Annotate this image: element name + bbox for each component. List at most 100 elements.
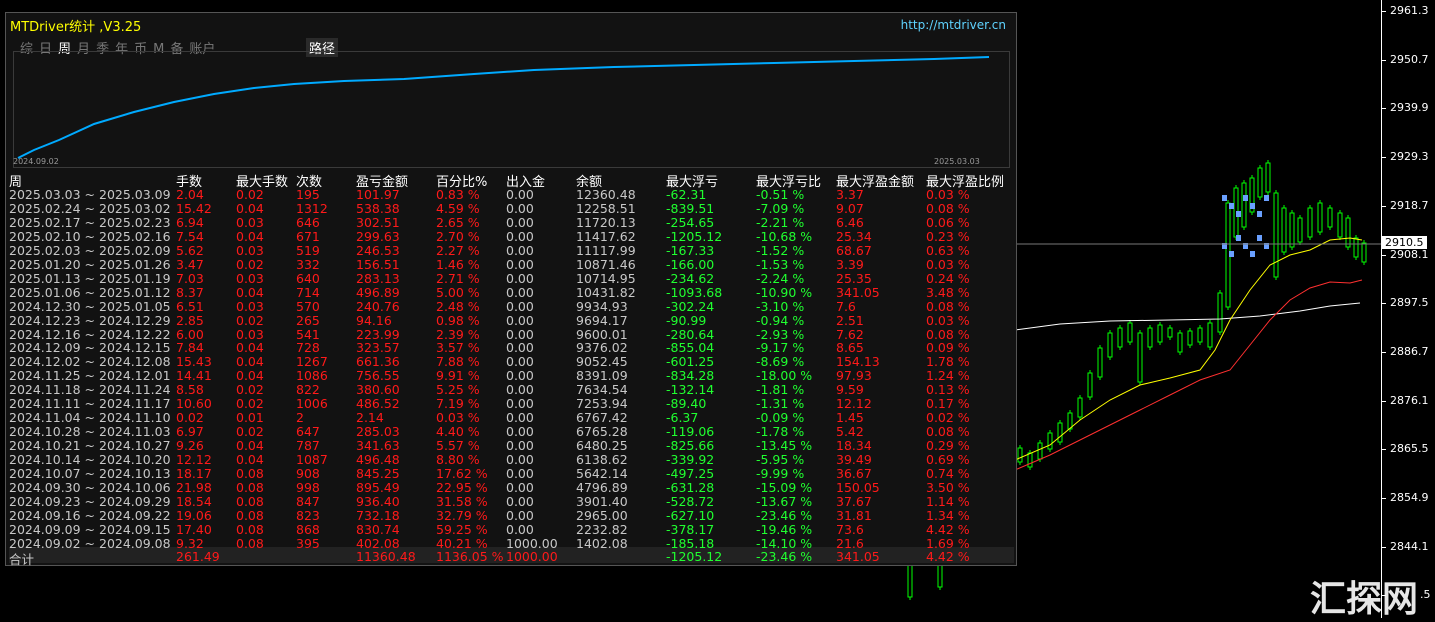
site-link[interactable]: http://mtdriver.cn	[901, 18, 1006, 32]
cell-max-dd: -166.00	[666, 256, 715, 272]
cell-pct: 4.40 %	[436, 424, 480, 440]
stats-panel[interactable]: MTDriver统计 ,V3.25 http://mtdriver.cn 综日周…	[5, 12, 1017, 567]
candle-body	[1289, 212, 1295, 248]
cell-count: 671	[296, 228, 320, 244]
cell-deposit: 0.00	[506, 298, 534, 314]
cell-max-fp-pct: 1.78 %	[926, 354, 970, 370]
cell-max-lots: 0.03	[236, 242, 264, 258]
cell-deposit: 0.00	[506, 410, 534, 426]
table-row: 2024.12.16 ~ 2024.12.22 6.00 0.03 541 223.99…	[9, 326, 1014, 342]
cell-balance: 9052.45	[576, 354, 628, 370]
cell-max-lots: 0.02	[236, 256, 264, 272]
cell-lots: 12.12	[176, 452, 212, 468]
table-row: 2024.11.18 ~ 2024.11.24 8.58 0.02 822 380.60…	[9, 382, 1014, 398]
cell-week: 2025.02.10 ~ 2025.02.16	[9, 228, 171, 244]
candle-body	[1327, 207, 1333, 228]
cell-deposit: 0.00	[506, 382, 534, 398]
cell-count: 1006	[296, 396, 328, 412]
candle-body	[1337, 212, 1343, 238]
cell-pct: 2.39 %	[436, 326, 480, 342]
candle-body	[1157, 324, 1163, 343]
candle-body	[1097, 347, 1103, 378]
cell-max-dd-pct: -0.51 %	[756, 187, 805, 202]
cell-max-lots: 0.02	[236, 187, 264, 202]
cell-pnl: 936.40	[356, 493, 400, 509]
cell-deposit: 0.00	[506, 214, 534, 230]
candle-body	[1281, 207, 1287, 253]
cell-pnl: 486.52	[356, 396, 400, 412]
cell-max-fp: 7.6	[836, 298, 856, 314]
table-row: 2024.11.11 ~ 2024.11.17 10.60 0.02 1006 486.…	[9, 396, 1014, 412]
cell-pct: 7.88 %	[436, 354, 480, 370]
price-label: .5	[1420, 588, 1431, 602]
cell-max-dd-pct: -1.81 %	[756, 382, 805, 398]
cell-max-dd-pct: -10.90 %	[756, 284, 813, 300]
cell-max-dd: -280.64	[666, 326, 715, 342]
cell-max-dd: -6.37	[666, 410, 699, 426]
cell-count: 714	[296, 284, 320, 300]
cell-max-fp: 150.05	[836, 479, 880, 495]
cell-max-dd-pct: -1.78 %	[756, 424, 805, 440]
cell-week: 2024.12.09 ~ 2024.12.15	[9, 340, 171, 356]
table-row: 2025.01.13 ~ 2025.01.19 7.03 0.03 640 283.13…	[9, 271, 1014, 286]
cell-deposit: 0.00	[506, 396, 534, 412]
cell-max-dd-pct: -13.45 %	[756, 438, 813, 454]
cell-pnl: 380.60	[356, 382, 400, 398]
cell-max-fp: 37.67	[836, 493, 872, 509]
cell-max-lots: 0.08	[236, 521, 264, 537]
price-tick	[1381, 498, 1386, 499]
cell-count: 541	[296, 326, 320, 342]
cell-deposit: 0.00	[506, 228, 534, 244]
candle-body	[1353, 237, 1359, 258]
cell-count: 1087	[296, 452, 328, 468]
table-row: 2024.11.04 ~ 2024.11.10 0.02 0.01 2 2.14 0.03…	[9, 410, 1014, 426]
cell-pnl: 156.51	[356, 256, 400, 272]
cell-pct: 32.79 %	[436, 507, 488, 523]
cell-lots: 261.49	[176, 549, 220, 564]
cell-max-dd: -839.51	[666, 200, 715, 216]
cell-balance: 11117.99	[576, 242, 636, 258]
cell-balance: 11720.13	[576, 214, 636, 230]
cell-pct: 1.46 %	[436, 256, 480, 272]
cell-deposit: 0.00	[506, 284, 534, 300]
trade-marker	[1229, 203, 1234, 209]
price-label: 2908.1	[1390, 247, 1429, 261]
cell-max-dd-pct: -0.09 %	[756, 410, 805, 426]
cell-count: 1312	[296, 200, 328, 216]
cell-lots: 17.40	[176, 521, 212, 537]
cell-max-fp-pct: 1.34 %	[926, 507, 970, 523]
cell-lots: 8.58	[176, 382, 204, 398]
table-row: 2025.02.03 ~ 2025.02.09 5.62 0.03 519 246.53…	[9, 242, 1014, 258]
equity-curve	[17, 56, 990, 159]
cell-deposit: 0.00	[506, 368, 534, 384]
cell-count: 823	[296, 507, 320, 523]
price-label: 2950.7	[1390, 52, 1429, 66]
cell-balance: 6765.28	[576, 424, 628, 440]
cell-deposit: 0.00	[506, 200, 534, 216]
cell-max-dd-pct: -5.95 %	[756, 452, 805, 468]
cell-balance: 7634.54	[576, 382, 628, 398]
cell-pnl: 845.25	[356, 466, 400, 481]
cell-lots: 9.26	[176, 438, 204, 454]
cell-lots: 5.62	[176, 242, 204, 258]
cell-balance: 10871.46	[576, 256, 636, 272]
cell-balance: 8391.09	[576, 368, 628, 384]
panel-title-bar[interactable]: MTDriver统计 ,V3.25 http://mtdriver.cn	[6, 13, 1016, 35]
cell-max-fp: 68.67	[836, 242, 872, 258]
cell-balance: 6138.62	[576, 452, 628, 468]
cell-week: 2024.09.09 ~ 2024.09.15	[9, 521, 171, 537]
candle-body	[1217, 292, 1223, 333]
cell-pnl: 895.49	[356, 479, 400, 495]
candle-body	[1017, 447, 1023, 463]
cell-pct: 2.48 %	[436, 298, 480, 314]
cell-pct: 5.57 %	[436, 438, 480, 454]
cell-max-lots: 0.02	[236, 424, 264, 440]
cell-week: 2025.03.03 ~ 2025.03.09	[9, 187, 171, 202]
cell-max-fp-pct: 4.42 %	[926, 549, 970, 564]
cell-max-fp: 154.13	[836, 354, 880, 370]
candle-body	[1273, 192, 1279, 278]
cell-max-fp-pct: 0.06 %	[926, 214, 970, 230]
cell-max-dd: -834.28	[666, 368, 715, 384]
candle-body	[1297, 217, 1303, 243]
cell-balance: 2232.82	[576, 521, 628, 537]
